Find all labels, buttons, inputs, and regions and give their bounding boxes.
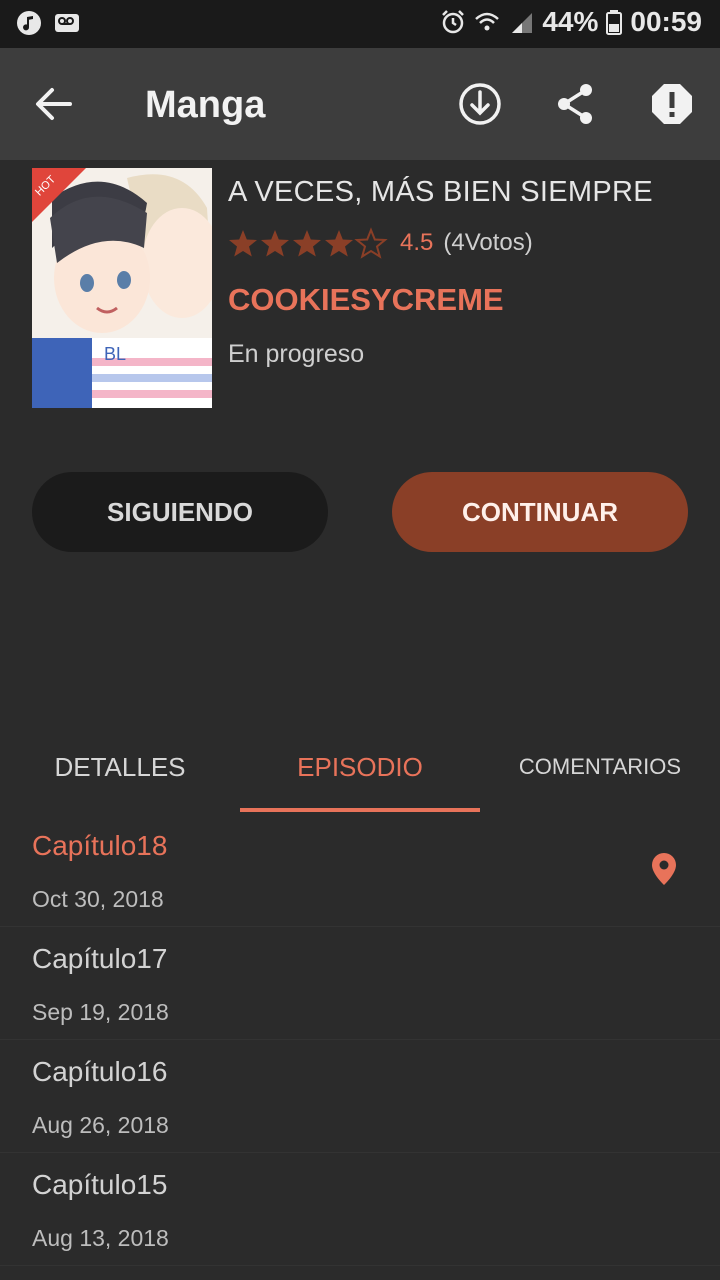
episode-date: Oct 30, 2018: [32, 886, 164, 912]
episode-title: Capítulo16: [32, 1056, 168, 1087]
location-pin-icon: [652, 853, 676, 885]
share-icon[interactable]: [552, 80, 600, 128]
episode-date: Sep 19, 2018: [32, 999, 169, 1025]
alarm-icon: [442, 10, 465, 34]
episode-list: Capítulo18 Oct 30, 2018 Capítulo17 Sep 1…: [0, 814, 720, 1266]
episode-title: Capítulo18: [32, 830, 168, 861]
report-icon[interactable]: [648, 80, 696, 128]
list-item[interactable]: Capítulo17 Sep 19, 2018: [0, 927, 720, 1040]
tab-episode[interactable]: EPISODIO: [240, 720, 480, 814]
episode-date: Aug 26, 2018: [32, 1112, 169, 1138]
svg-text:BL: BL: [104, 344, 126, 364]
star-full-icon: [229, 230, 257, 257]
list-item[interactable]: Capítulo15 Aug 13, 2018: [0, 1153, 720, 1266]
download-icon[interactable]: [456, 80, 504, 128]
star-empty-icon: [356, 229, 386, 258]
following-button[interactable]: SIGUIENDO: [32, 472, 328, 552]
episode-date: Aug 13, 2018: [32, 1225, 169, 1251]
wifi-icon: [475, 12, 500, 31]
clock: 00:59: [630, 6, 702, 37]
selected-tab-indicator: [240, 808, 480, 812]
publication-status: En progreso: [228, 340, 365, 368]
battery-icon: [606, 10, 623, 35]
author-name[interactable]: COOKIESYCREME: [228, 282, 504, 318]
manga-cover-image[interactable]: BL HOT: [32, 168, 212, 408]
music-icon: [17, 11, 41, 35]
vote-count: (4Votos): [443, 229, 533, 256]
star-full-icon: [261, 230, 289, 257]
tab-details[interactable]: DETALLES: [0, 720, 240, 814]
tab-bar: DETALLES EPISODIO COMENTARIOS: [0, 720, 720, 814]
battery-percent: 44%: [542, 6, 599, 37]
star-rating-icons: [229, 229, 386, 258]
status-bar: 44% 00:59: [0, 0, 720, 48]
app-bar: Manga: [0, 48, 720, 160]
episode-title: Capítulo15: [32, 1169, 168, 1200]
signal-icon: [512, 13, 533, 33]
continue-button[interactable]: CONTINUAR: [392, 472, 688, 552]
star-full-icon: [325, 230, 353, 257]
star-full-icon: [293, 230, 321, 257]
rating-stars: 4.5 (4Votos): [228, 226, 533, 260]
tab-comments[interactable]: COMENTARIOS: [480, 720, 720, 814]
voicemail-icon: [55, 14, 79, 32]
list-item[interactable]: Capítulo18 Oct 30, 2018: [0, 814, 720, 927]
back-arrow-icon[interactable]: [30, 82, 82, 126]
episode-title: Capítulo17: [32, 943, 168, 974]
list-item[interactable]: Capítulo16 Aug 26, 2018: [0, 1040, 720, 1153]
manga-title: A VECES, MÁS BIEN SIEMPRE: [228, 176, 653, 208]
rating-value: 4.5: [400, 229, 434, 256]
page-title: Manga: [145, 84, 266, 126]
